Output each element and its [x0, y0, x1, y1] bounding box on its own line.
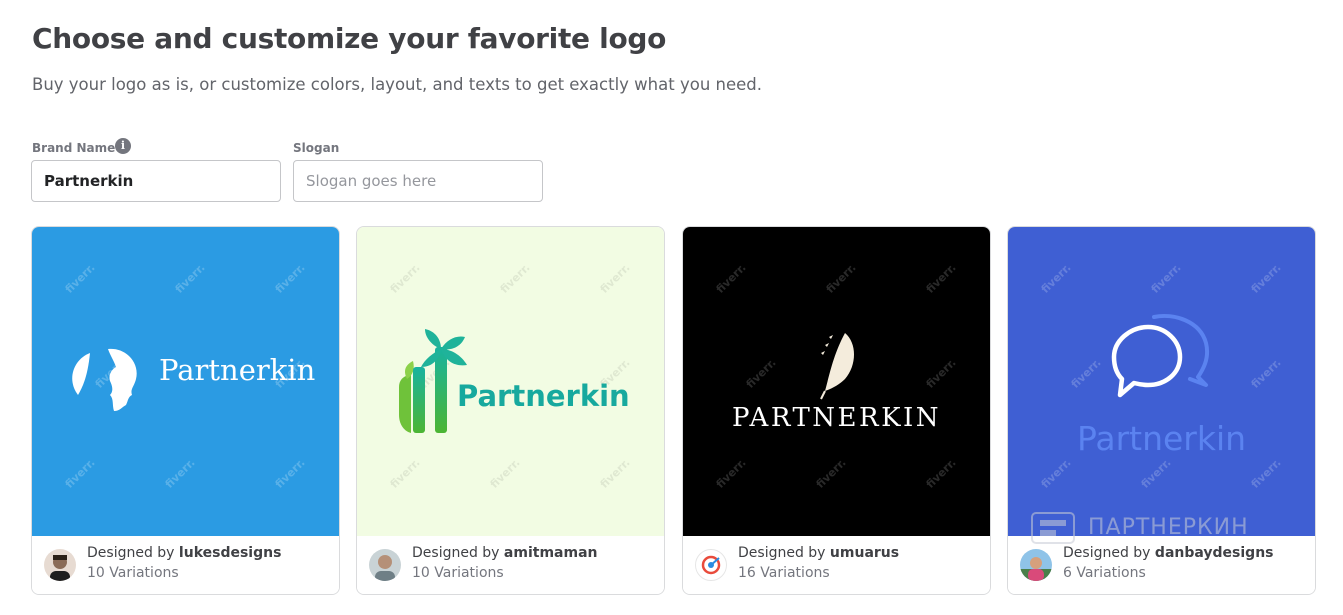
- fiverr-watermark: fiverr.: [62, 261, 98, 296]
- fiverr-watermark: fiverr.: [1248, 456, 1284, 491]
- designer-avatar[interactable]: [695, 549, 727, 581]
- brand-name-label: Brand Name: [32, 141, 116, 155]
- fiverr-watermark: fiverr.: [597, 261, 633, 296]
- slogan-label: Slogan: [293, 141, 340, 155]
- fiverr-watermark: fiverr.: [1038, 456, 1074, 491]
- fiverr-watermark: fiverr.: [1038, 261, 1074, 296]
- logo-card-umuarus[interactable]: fiverr. fiverr. fiverr. fiverr. fiverr. fiver…: [682, 226, 991, 595]
- designed-by-text: Designed by umuarus: [738, 545, 900, 561]
- logo-preview[interactable]: fiverr. fiverr. fiverr. fiverr. fiverr. fiver…: [1008, 227, 1315, 536]
- page-subtitle: Buy your logo as is, or customize colors…: [32, 75, 762, 94]
- fiverr-watermark: fiverr.: [1138, 456, 1174, 491]
- fiverr-watermark: fiverr.: [923, 456, 959, 491]
- fiverr-watermark: fiverr.: [1148, 261, 1184, 296]
- designer-avatar[interactable]: [369, 549, 401, 581]
- card-footer: Designed by amitmaman 10 Variations: [357, 536, 664, 594]
- feather-icon: [820, 333, 854, 400]
- fiverr-watermark: fiverr.: [162, 456, 198, 491]
- card-footer: Designed by lukesdesigns 10 Variations: [32, 536, 339, 594]
- variations-count: 10 Variations: [87, 565, 179, 581]
- variations-count: 10 Variations: [412, 565, 504, 581]
- fiverr-watermark: fiverr.: [62, 456, 98, 491]
- logo-wordmark: Partnerkin: [1076, 419, 1247, 458]
- fiverr-watermark: fiverr.: [713, 456, 749, 491]
- partnerkin-watermark: ПАРТНЕРКИН: [1030, 511, 1300, 545]
- fiverr-watermark: fiverr.: [1068, 356, 1104, 391]
- logo-preview[interactable]: fiverr. fiverr. fiverr. fiverr. fiverr. fiver…: [357, 227, 664, 536]
- fiverr-watermark: fiverr.: [597, 456, 633, 491]
- partnerkin-watermark-text: ПАРТНЕРКИН: [1088, 515, 1249, 540]
- fiverr-watermark: fiverr.: [1248, 261, 1284, 296]
- card-footer: Designed by umuarus 16 Variations: [683, 536, 990, 594]
- brand-name-input[interactable]: [31, 160, 281, 202]
- designer-name[interactable]: lukesdesigns: [179, 545, 282, 561]
- logo-preview[interactable]: fiverr. fiverr. fiverr. fiverr. fiverr. fiver…: [683, 227, 990, 536]
- designed-by-text: Designed by lukesdesigns: [87, 545, 282, 561]
- fiverr-watermark: fiverr.: [387, 456, 423, 491]
- logo-card-amitmaman[interactable]: fiverr. fiverr. fiverr. fiverr. fiverr. fiver…: [356, 226, 665, 595]
- designer-name[interactable]: danbaydesigns: [1155, 545, 1274, 561]
- fiverr-watermark: fiverr.: [272, 261, 308, 296]
- designer-name[interactable]: umuarus: [830, 545, 899, 561]
- info-icon[interactable]: i: [115, 138, 131, 154]
- fiverr-watermark: fiverr.: [387, 261, 423, 296]
- variations-count: 16 Variations: [738, 565, 830, 581]
- fiverr-watermark: fiverr.: [713, 261, 749, 296]
- logo-wordmark: PARTNERKIN: [731, 403, 942, 433]
- fiverr-watermark: fiverr.: [1248, 356, 1284, 391]
- fiverr-watermark: fiverr.: [487, 456, 523, 491]
- designed-by-text: Designed by amitmaman: [412, 545, 598, 561]
- logo-preview[interactable]: fiverr. fiverr. fiverr. fiverr. fiverr. fiver…: [32, 227, 339, 536]
- fiverr-watermark: fiverr.: [743, 356, 779, 391]
- designer-avatar[interactable]: [1020, 549, 1052, 581]
- fiverr-watermark: fiverr.: [497, 261, 533, 296]
- logo-wordmark: Partnerkin: [159, 353, 316, 387]
- designer-avatar[interactable]: [44, 549, 76, 581]
- logo-wordmark: Partnerkin: [457, 379, 630, 413]
- fiverr-watermark: fiverr.: [172, 261, 208, 296]
- slogan-input[interactable]: [293, 160, 543, 202]
- fiverr-watermark: fiverr.: [813, 456, 849, 491]
- fiverr-watermark: fiverr.: [923, 356, 959, 391]
- designed-by-text: Designed by danbaydesigns: [1063, 545, 1274, 561]
- fiverr-watermark: fiverr.: [823, 261, 859, 296]
- fiverr-watermark: fiverr.: [923, 261, 959, 296]
- designer-name[interactable]: amitmaman: [504, 545, 598, 561]
- fiverr-watermark: fiverr.: [272, 456, 308, 491]
- page-title: Choose and customize your favorite logo: [32, 22, 667, 55]
- logo-card-lukesdesigns[interactable]: fiverr. fiverr. fiverr. fiverr. fiverr. fiver…: [31, 226, 340, 595]
- variations-count: 6 Variations: [1063, 565, 1146, 581]
- face-leaf-icon: [72, 348, 137, 411]
- chat-bubbles-icon: [1111, 314, 1209, 398]
- partnerkin-logo-icon: [1031, 512, 1075, 544]
